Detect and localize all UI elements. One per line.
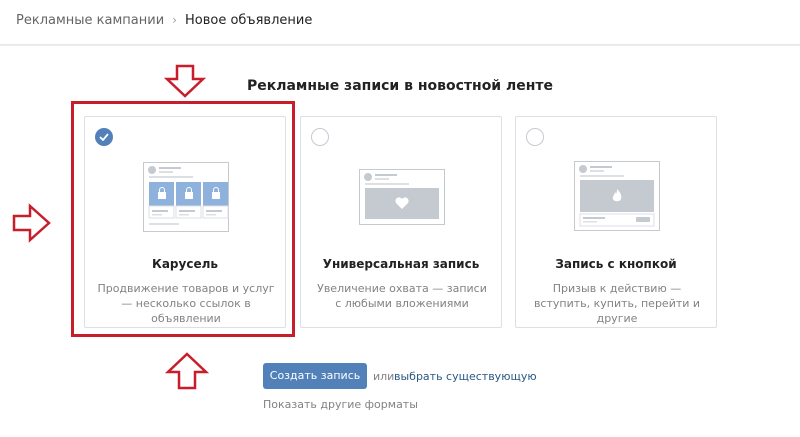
format-card-button-post[interactable]: Запись с кнопкой Призыв к действию — вст…	[515, 116, 717, 328]
format-description: Призыв к действию — вступить, купить, пе…	[533, 282, 701, 325]
checkmark-icon	[99, 133, 109, 141]
format-title: Универсальная запись	[322, 257, 480, 271]
or-label: или	[373, 370, 395, 383]
arrow-right-icon	[12, 203, 51, 243]
format-description: Увеличение охвата — записи с любыми влож…	[317, 282, 487, 310]
breadcrumb-ad-campaigns-link[interactable]: Рекламные кампании	[16, 13, 164, 28]
format-card-carousel[interactable]: Карусель Продвижение товаров и услуг — н…	[84, 116, 286, 328]
carousel-preview	[143, 162, 229, 232]
breadcrumb: Рекламные кампании › Новое объявление	[16, 13, 312, 28]
breadcrumb-separator: ›	[172, 13, 177, 27]
show-other-formats-link[interactable]: Показать другие форматы	[263, 398, 418, 411]
format-radio-carousel[interactable]	[95, 128, 113, 146]
format-title: Карусель	[152, 257, 218, 271]
format-card-universal[interactable]: Универсальная запись Увеличение охвата —…	[300, 116, 502, 328]
format-description: Продвижение товаров и услуг — несколько …	[97, 282, 275, 325]
section-title: Рекламные записи в новостной ленте	[246, 78, 554, 94]
choose-existing-link[interactable]: выбрать существующую	[394, 370, 537, 383]
arrow-up-icon	[165, 352, 209, 390]
top-bar: Рекламные кампании › Новое объявление	[0, 0, 800, 45]
format-radio-button-post[interactable]	[526, 128, 544, 146]
universal-post-preview	[359, 169, 445, 225]
breadcrumb-current: Новое объявление	[184, 13, 313, 28]
format-title: Запись с кнопкой	[555, 257, 677, 271]
button-post-preview	[574, 161, 660, 231]
arrow-down-icon	[164, 64, 206, 98]
format-radio-universal[interactable]	[311, 128, 329, 146]
create-post-button[interactable]: Создать запись	[263, 363, 367, 389]
